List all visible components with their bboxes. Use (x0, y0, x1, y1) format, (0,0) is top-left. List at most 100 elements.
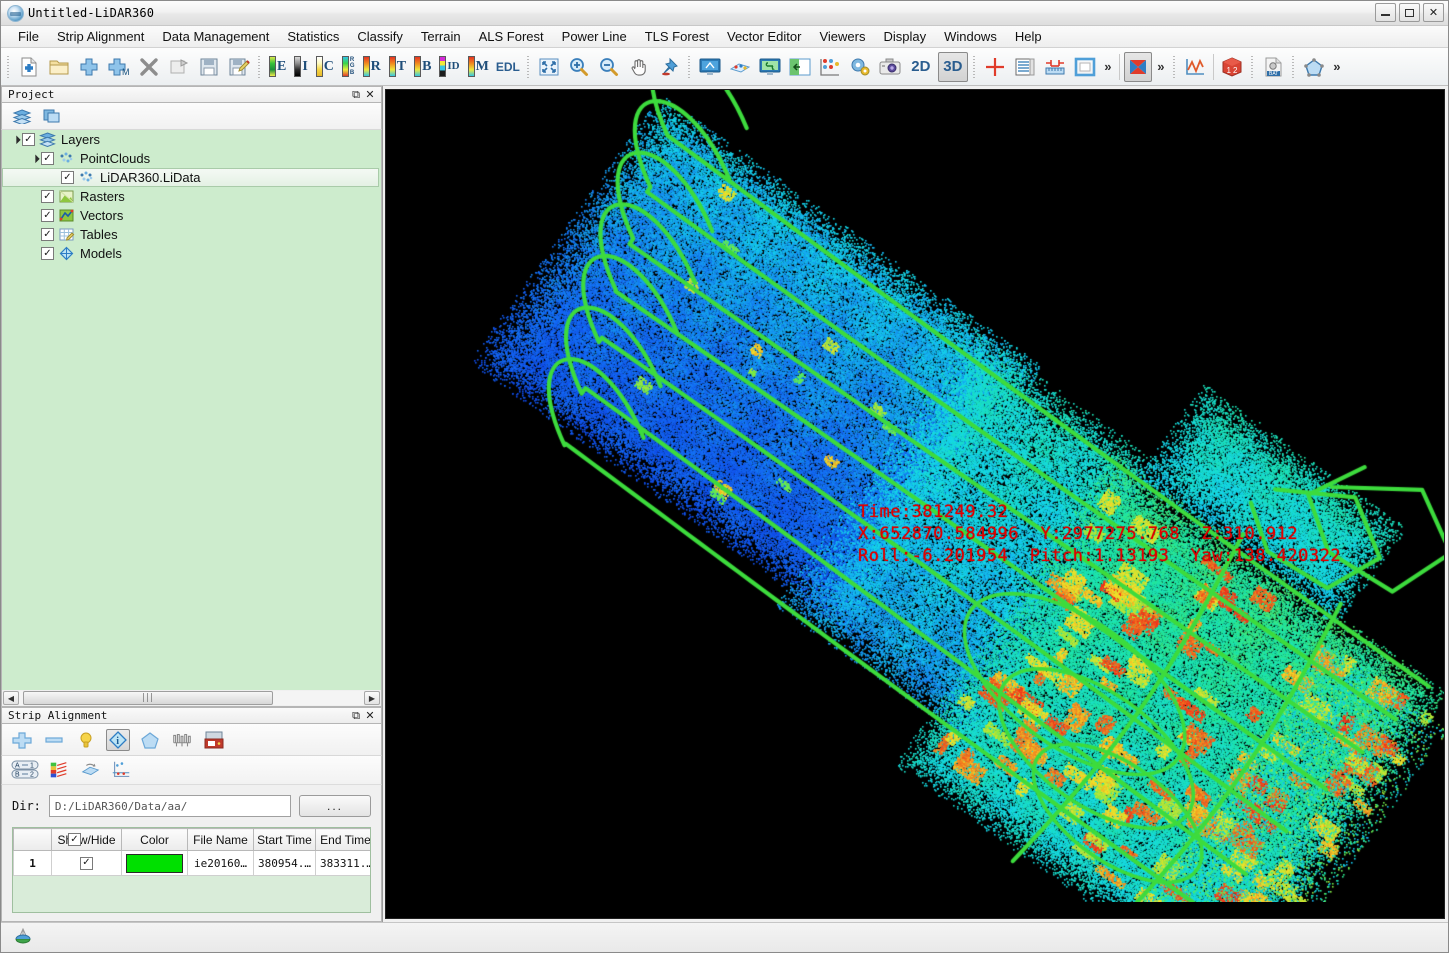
menu-data-management[interactable]: Data Management (153, 27, 278, 46)
point-cloud-view-icon[interactable] (726, 52, 754, 82)
color-by-intensity-button[interactable]: I (291, 52, 310, 82)
save-strip-icon[interactable] (202, 729, 226, 751)
dir-input[interactable]: D:/LiDAR360/Data/aa/ (48, 795, 291, 817)
cube-12-icon[interactable]: 1 2 (1218, 52, 1246, 82)
tri-color-fan-icon[interactable] (1123, 51, 1152, 82)
color-by-blend-button[interactable]: B (411, 52, 434, 82)
row-show-hide-cell[interactable]: ✓ (51, 850, 122, 876)
col-end-time[interactable]: End Time (315, 828, 370, 851)
scroll-thumb[interactable]: ||| (23, 691, 273, 705)
color-by-rgb-button[interactable]: RGB (339, 52, 358, 82)
col-show-hide[interactable]: Show/Hide ✓ (51, 828, 122, 851)
polygon-overflow-chevron[interactable]: » (1329, 59, 1345, 74)
toolbar-grip-5[interactable] (970, 53, 978, 80)
color-by-class-button[interactable]: C (313, 52, 337, 82)
add-multiple-data-icon[interactable]: M (105, 52, 133, 82)
toolbar-grip-3[interactable] (524, 53, 532, 80)
link-view-icon[interactable] (756, 52, 784, 82)
pointclouds-checkbox[interactable]: ✓ (41, 152, 54, 165)
measure-area-icon[interactable] (1071, 52, 1099, 82)
crosshair-icon[interactable] (981, 52, 1009, 82)
remove-strip-icon[interactable] (42, 729, 66, 751)
menu-statistics[interactable]: Statistics (278, 27, 348, 46)
col-file-name[interactable]: File Name (187, 828, 254, 851)
close-button[interactable]: ✕ (1423, 3, 1444, 22)
strip-info-icon[interactable]: i (106, 728, 130, 751)
color-by-id-button[interactable]: ID (436, 52, 462, 82)
tree-item-lidar360-lidata[interactable]: ✓ LiDAR360.LiData (2, 168, 379, 187)
toolbar-grip[interactable] (5, 53, 12, 80)
color-by-return-button[interactable]: R (360, 52, 384, 82)
color-by-time-button[interactable]: T (386, 52, 409, 82)
color-legend-icon[interactable] (47, 759, 71, 781)
expand-layers-icon[interactable] (10, 135, 22, 144)
show-hide-all-checkbox[interactable]: ✓ (68, 833, 81, 846)
pin-icon[interactable] (655, 52, 683, 82)
project-panel-close-button[interactable]: ✕ (363, 88, 377, 102)
sort-ab-12-icon[interactable]: A 1 B 2 (10, 759, 40, 781)
add-data-icon[interactable] (75, 52, 103, 82)
layers-stack-icon[interactable] (10, 105, 34, 127)
strip-color-swatch[interactable] (126, 853, 183, 873)
toolbar-grip-4[interactable] (685, 53, 693, 80)
minimize-button[interactable] (1375, 3, 1396, 22)
menu-strip-alignment[interactable]: Strip Alignment (48, 27, 153, 46)
tree-item-pointclouds[interactable]: ✓ PointClouds (2, 149, 381, 168)
save-icon[interactable] (195, 52, 223, 82)
strip-panel-close-button[interactable]: ✕ (363, 709, 377, 723)
project-tree-hscrollbar[interactable]: ◀ ||| ▶ (1, 690, 382, 707)
rotate-plane-icon[interactable] (78, 759, 102, 781)
row-color-cell[interactable] (121, 850, 188, 876)
table-list-icon[interactable] (1011, 52, 1039, 82)
toolbar-grip-6[interactable] (1170, 53, 1178, 80)
new-project-icon[interactable] (15, 52, 43, 82)
layers-checkbox[interactable]: ✓ (22, 133, 35, 146)
export-data-icon[interactable] (165, 52, 193, 82)
save-as-icon[interactable] (225, 52, 253, 82)
project-panel-float-button[interactable]: ⧉ (349, 88, 363, 102)
col-color[interactable]: Color (121, 828, 188, 851)
line-chart-icon[interactable] (1181, 52, 1209, 82)
split-view-icon[interactable] (786, 52, 814, 82)
menu-power-line[interactable]: Power Line (553, 27, 636, 46)
models-checkbox[interactable]: ✓ (41, 247, 54, 260)
snapshot-camera-icon[interactable] (876, 52, 904, 82)
menu-windows[interactable]: Windows (935, 27, 1006, 46)
toolbar-grip-2[interactable] (256, 53, 263, 80)
bat-file-icon[interactable]: BAT (1259, 52, 1287, 82)
table-row[interactable]: 1 ✓ ie20160… 380954.… 383311.… (13, 850, 370, 876)
tree-item-models[interactable]: ✓ Models (2, 244, 381, 263)
vectors-checkbox[interactable]: ✓ (41, 209, 54, 222)
point-cloud-canvas[interactable] (386, 90, 1444, 902)
zoom-extent-icon[interactable] (535, 52, 563, 82)
open-folder-icon[interactable] (45, 52, 73, 82)
add-strip-icon[interactable] (10, 729, 34, 751)
point-cloud-3d-viewport[interactable]: Time:381249.32 X:652870.584996 Y:2977275… (385, 89, 1445, 919)
scroll-left-button[interactable]: ◀ (3, 691, 19, 705)
preferences-gear-icon[interactable] (846, 52, 874, 82)
menu-vector-editor[interactable]: Vector Editor (718, 27, 810, 46)
scroll-track[interactable]: ||| (19, 691, 364, 705)
row-show-hide-checkbox[interactable]: ✓ (80, 856, 93, 870)
rasters-checkbox[interactable]: ✓ (41, 190, 54, 203)
zoom-in-icon[interactable] (565, 52, 593, 82)
color-by-model-button[interactable]: M (465, 52, 492, 82)
menu-viewers[interactable]: Viewers (810, 27, 874, 46)
menu-terrain[interactable]: Terrain (412, 27, 470, 46)
toolbar-grip-8[interactable] (1289, 53, 1297, 80)
browse-dir-button[interactable]: ... (299, 795, 371, 817)
fan-overflow-chevron[interactable]: » (1153, 59, 1169, 74)
polygon-edit-icon[interactable] (1300, 52, 1328, 82)
copy-layers-icon[interactable] (40, 105, 64, 127)
zoom-out-icon[interactable] (595, 52, 623, 82)
tree-item-rasters[interactable]: ✓ Rasters (2, 187, 381, 206)
menu-tls-forest[interactable]: TLS Forest (636, 27, 718, 46)
view-3d-button[interactable]: 3D (937, 51, 968, 82)
bulb-hint-icon[interactable] (74, 729, 98, 751)
waveform-icon[interactable] (170, 729, 194, 751)
tree-item-vectors[interactable]: ✓ Vectors (2, 206, 381, 225)
menu-classify[interactable]: Classify (348, 27, 412, 46)
strip-panel-float-button[interactable]: ⧉ (349, 709, 363, 723)
menu-als-forest[interactable]: ALS Forest (470, 27, 553, 46)
expand-pointclouds-icon[interactable] (29, 154, 41, 163)
